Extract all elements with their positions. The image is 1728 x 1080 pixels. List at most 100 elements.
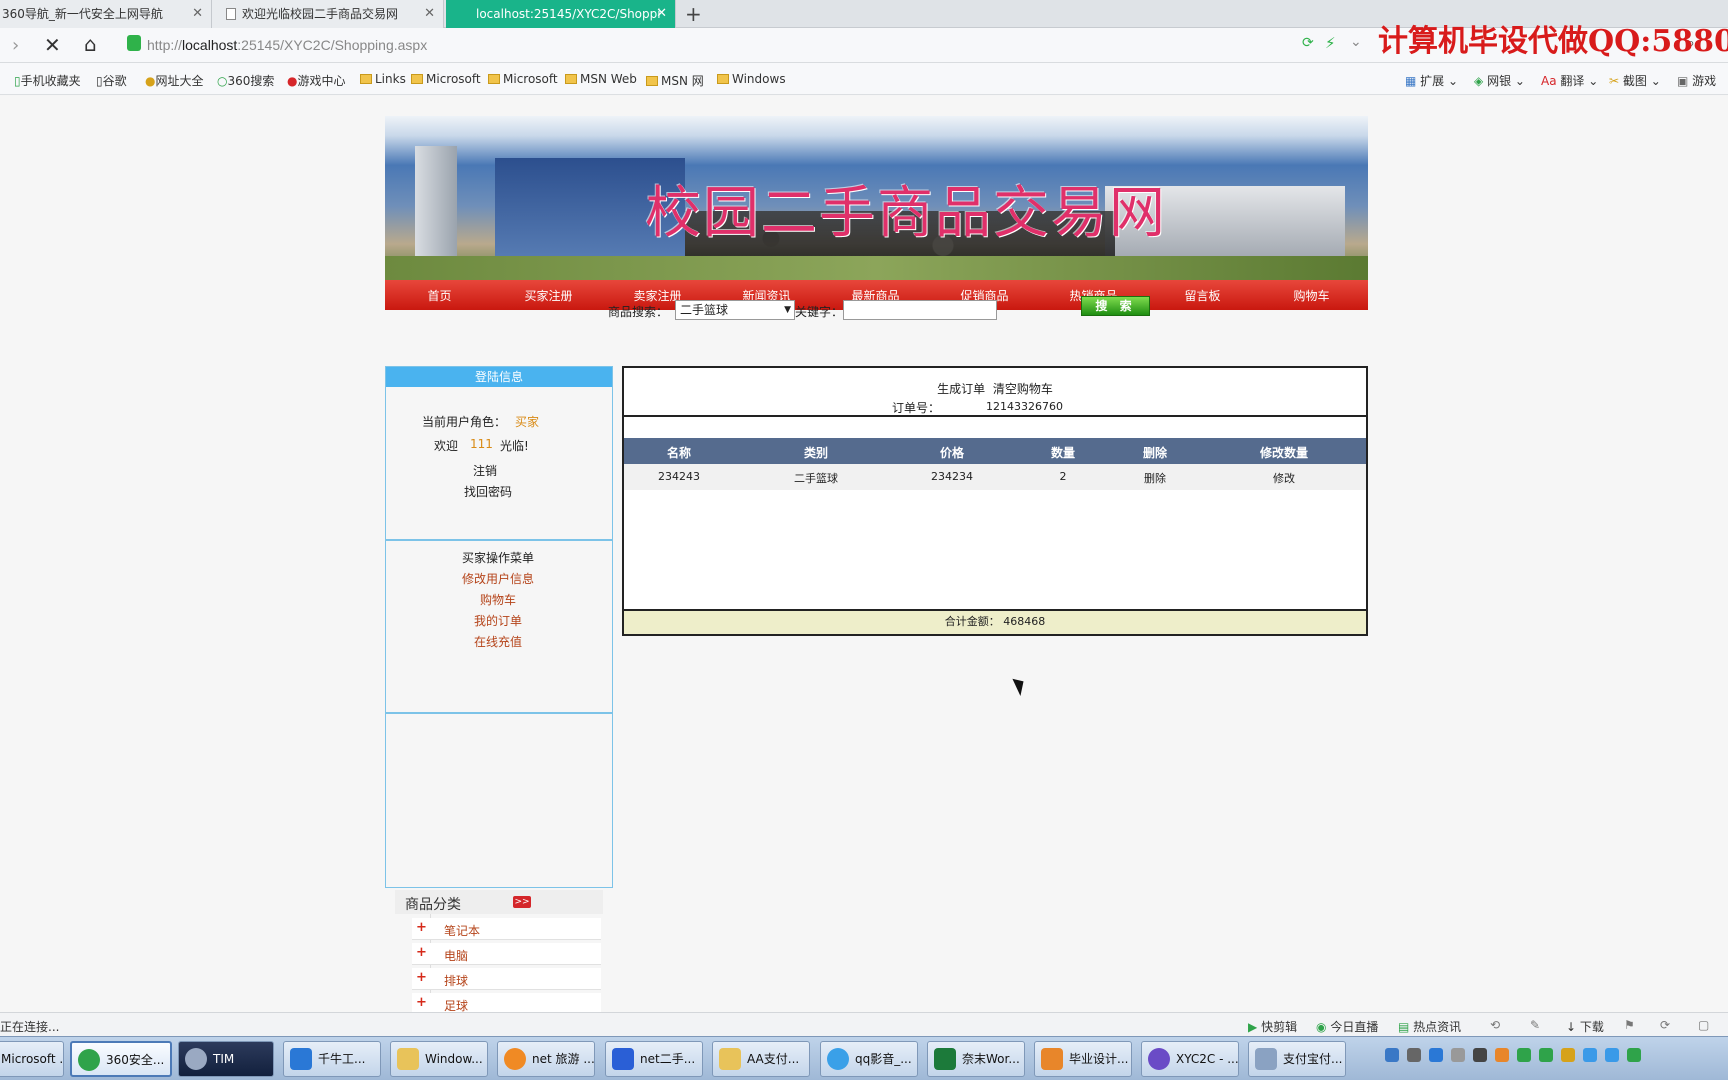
search-button[interactable]: 搜 索 <box>1081 296 1150 316</box>
tray-icon[interactable] <box>1517 1047 1531 1062</box>
tray-icon[interactable] <box>1385 1047 1399 1062</box>
plus-icon: + <box>416 920 427 935</box>
bookmark-item[interactable]: ●网址大全 <box>145 72 204 89</box>
bookmark-item[interactable]: ▯手机收藏夹 <box>14 72 81 89</box>
taskbar-label: 奈末Wor... <box>962 1052 1020 1066</box>
bookmark-folder[interactable]: Links <box>360 72 406 86</box>
tray-icon[interactable] <box>1451 1047 1465 1062</box>
taskbar-item[interactable]: AA支付... <box>712 1041 810 1077</box>
taskbar-item[interactable]: Microsoft ... <box>0 1041 64 1077</box>
taskbar-item[interactable]: net二手... <box>605 1041 703 1077</box>
pin-icon[interactable]: ✎ <box>1530 1018 1540 1032</box>
refresh-icon[interactable]: ⟳ <box>1660 1018 1670 1032</box>
username: 111 <box>470 437 493 451</box>
menu-edit-user[interactable]: 修改用户信息 <box>462 570 534 587</box>
taskbar-item[interactable]: Window... <box>390 1041 488 1077</box>
bookmark-label: MSN Web <box>580 72 637 86</box>
clear-cart-link[interactable]: 清空购物车 <box>993 382 1053 396</box>
bookmark-item[interactable]: ○360搜索 <box>217 72 274 89</box>
tab-welcome[interactable]: 欢迎光临校园二手商品交易网 ✕ <box>212 0 444 28</box>
home-icon[interactable]: ⌂ <box>84 32 97 56</box>
taskbar-item[interactable]: 千牛工... <box>283 1041 381 1077</box>
forward-icon[interactable]: › <box>12 35 19 56</box>
tray-icon[interactable] <box>1583 1047 1597 1062</box>
window-icon[interactable]: ▢ <box>1698 1018 1709 1032</box>
bookmark-folder[interactable]: Microsoft <box>488 72 558 86</box>
taskbar-item[interactable]: 毕业设计... <box>1034 1041 1132 1077</box>
bookmark-folder[interactable]: MSN Web <box>565 72 637 86</box>
toolbar-label: 扩展 <box>1420 74 1445 88</box>
chevron-down-icon[interactable]: ⌄ <box>1350 34 1362 50</box>
download-icon: ↓ <box>1566 1020 1577 1034</box>
refresh-icon[interactable]: ⟳ <box>1302 35 1314 51</box>
bookmark-folder[interactable]: Windows <box>717 72 786 86</box>
stop-icon[interactable]: ✕ <box>44 33 61 57</box>
generate-order-link[interactable]: 生成订单 <box>937 382 985 396</box>
menu-recharge[interactable]: 在线充值 <box>474 633 522 650</box>
screenshot-button[interactable]: ✂ 截图 ⌄ <box>1609 72 1661 89</box>
delete-link[interactable]: 删除 <box>1130 470 1180 486</box>
folder-icon <box>397 1048 419 1070</box>
lightning-icon[interactable]: ⚡ <box>1325 34 1336 52</box>
taskbar-item[interactable]: XYC2C - ... <box>1141 1041 1239 1077</box>
taskbar-label: TIM <box>213 1052 235 1066</box>
history-icon[interactable]: ⟲ <box>1490 1018 1500 1032</box>
category-item[interactable]: + 电脑 <box>412 943 601 965</box>
extensions-button[interactable]: ▦ 扩展 ⌄ <box>1405 72 1458 89</box>
tray-icon[interactable] <box>1605 1047 1619 1062</box>
modify-link[interactable]: 修改 <box>1259 470 1309 486</box>
order-number-label: 订单号： <box>892 401 941 415</box>
close-icon[interactable]: ✕ <box>656 0 667 28</box>
url-input[interactable]: http://localhost:25145/XYC2C/Shopping.as… <box>147 37 427 53</box>
find-password-link[interactable]: 找回密码 <box>464 483 512 500</box>
taskbar-item[interactable]: TIM <box>178 1041 274 1077</box>
taskbar-item[interactable]: 360安全... <box>70 1041 172 1077</box>
status-item[interactable]: ▶ 快剪辑 <box>1248 1018 1297 1035</box>
bookmark-item[interactable]: ●游戏中心 <box>287 72 346 89</box>
nav-home[interactable]: 首页 <box>385 287 494 304</box>
taskbar-label: 360安全... <box>106 1053 165 1067</box>
taskbar-item[interactable]: 奈末Wor... <box>927 1041 1025 1077</box>
nav-guestbook[interactable]: 留言板 <box>1148 287 1257 304</box>
bookmark-label: 360搜索 <box>227 74 275 88</box>
taskbar-item[interactable]: qq影音_... <box>820 1041 918 1077</box>
status-item-label: 热点资讯 <box>1413 1020 1462 1034</box>
status-item[interactable]: ◉ 今日直播 <box>1316 1018 1378 1035</box>
bookmark-item[interactable]: ▯谷歌 <box>96 72 127 89</box>
more-icon[interactable]: >> <box>513 896 531 908</box>
translate-button[interactable]: Aa 翻译 ⌄ <box>1541 72 1598 89</box>
category-select[interactable]: 二手篮球 ▼ <box>675 300 795 320</box>
taskbar-label: 千牛工... <box>318 1052 366 1066</box>
tab-360-nav[interactable]: 360导航_新一代安全上网导航 ✕ <box>0 0 212 28</box>
nav-cart[interactable]: 购物车 <box>1257 287 1366 304</box>
tray-icon[interactable] <box>1429 1047 1443 1062</box>
menu-my-orders[interactable]: 我的订单 <box>474 612 522 629</box>
close-icon[interactable]: ✕ <box>192 0 203 28</box>
tray-icon[interactable] <box>1627 1047 1641 1062</box>
taskbar-item[interactable]: net 旅游 ... <box>497 1041 595 1077</box>
games-button[interactable]: ▣ 游戏 <box>1677 72 1716 89</box>
menu-cart[interactable]: 购物车 <box>480 591 516 608</box>
nav-buyer-register[interactable]: 买家注册 <box>494 287 603 304</box>
bookmark-folder[interactable]: MSN 网 <box>646 72 704 89</box>
tray-icon[interactable] <box>1495 1047 1509 1062</box>
flag-icon[interactable]: ⚑ <box>1624 1018 1635 1032</box>
bookmark-folder[interactable]: Microsoft <box>411 72 481 86</box>
status-item[interactable]: ↓ 下载 <box>1566 1018 1604 1035</box>
bank-button[interactable]: ◈ 网银 ⌄ <box>1474 72 1525 89</box>
word-icon <box>934 1048 956 1070</box>
category-item[interactable]: + 排球 <box>412 968 601 990</box>
tray-icon[interactable] <box>1407 1047 1421 1062</box>
new-tab-button[interactable]: + <box>685 2 702 26</box>
taskbar-item[interactable]: 支付宝付... <box>1248 1041 1346 1077</box>
keyword-input[interactable] <box>843 300 997 320</box>
category-item[interactable]: + 笔记本 <box>412 918 601 940</box>
close-icon[interactable]: ✕ <box>424 0 435 28</box>
tab-shopping[interactable]: localhost:25145/XYC2C/Shoppi ✕ <box>446 0 676 28</box>
tray-icon[interactable] <box>1473 1047 1487 1062</box>
tray-icon[interactable] <box>1539 1047 1553 1062</box>
tray-icon[interactable] <box>1561 1047 1575 1062</box>
logout-link[interactable]: 注销 <box>473 462 497 479</box>
status-item[interactable]: ▤ 热点资讯 <box>1398 1018 1461 1035</box>
bank-icon: ◈ <box>1474 74 1484 88</box>
